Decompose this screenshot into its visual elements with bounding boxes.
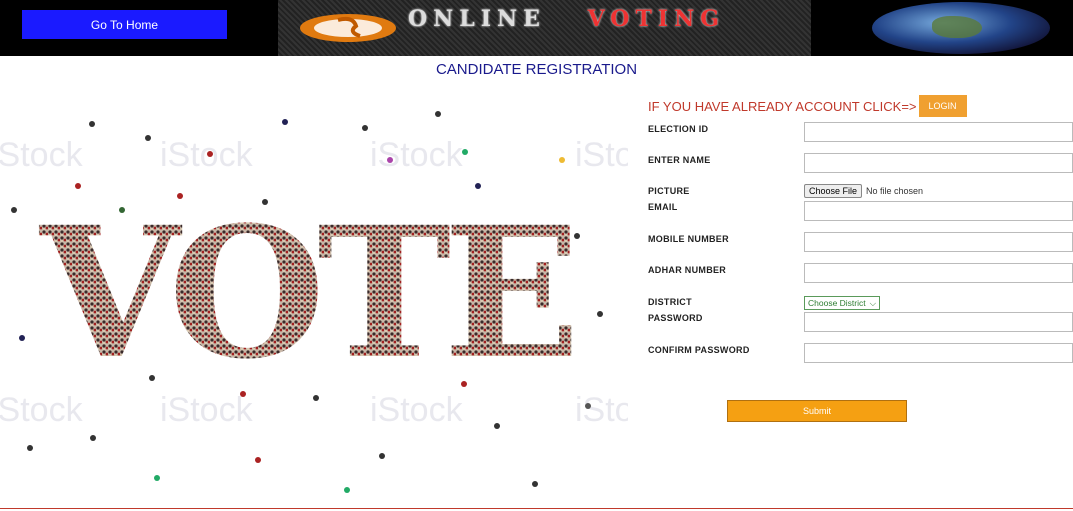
page-title: CANDIDATE REGISTRATION — [435, 61, 638, 78]
email-label: EMAIL — [648, 202, 678, 212]
choose-file-button[interactable]: Choose File — [804, 184, 863, 198]
svg-text:iStock: iStock — [575, 391, 628, 429]
globe-image — [872, 2, 1050, 54]
adhar-field[interactable] — [804, 263, 1073, 283]
vote-crowd-image: iStock iStock iStock iStock iStock iStoc… — [0, 111, 628, 493]
svg-text:iStock: iStock — [575, 136, 628, 174]
banner-title: ONLINE VOTING — [408, 6, 725, 32]
svg-text:iStock: iStock — [370, 136, 464, 174]
top-bar: Go To Home ONLINE VOTING — [0, 0, 1073, 56]
divider — [0, 508, 1073, 509]
svg-text:iStock: iStock — [160, 136, 254, 174]
banner-word-online: ONLINE — [408, 6, 546, 32]
logo-icon — [300, 14, 396, 42]
banner: ONLINE VOTING — [278, 0, 811, 56]
district-label: DISTRICT — [648, 297, 692, 307]
picture-file-input[interactable]: Choose File No file chosen — [804, 184, 923, 198]
vote-word: VOTE — [38, 188, 580, 399]
chevron-down-icon: ⌵ — [869, 297, 877, 308]
election-id-field[interactable] — [804, 122, 1073, 142]
adhar-label: ADHAR NUMBER — [648, 265, 727, 275]
password-label: PASSWORD — [648, 313, 703, 323]
svg-text:iStock: iStock — [0, 136, 84, 174]
district-select[interactable]: Choose District ⌵ — [804, 296, 881, 310]
name-label: ENTER NAME — [648, 155, 711, 165]
district-selected-value: Choose District — [808, 298, 866, 308]
election-id-label: ELECTION ID — [648, 124, 709, 134]
banner-word-voting: VOTING — [587, 6, 725, 32]
mobile-field[interactable] — [804, 232, 1073, 252]
submit-button[interactable]: Submit — [727, 400, 907, 422]
name-field[interactable] — [804, 153, 1073, 173]
go-to-home-button[interactable]: Go To Home — [22, 10, 227, 39]
login-prompt-text: IF YOU HAVE ALREADY ACCOUNT CLICK=> — [648, 98, 917, 114]
svg-text:VOTE: VOTE — [38, 188, 572, 399]
picture-label: PICTURE — [648, 186, 690, 196]
password-field[interactable] — [804, 312, 1073, 332]
file-status: No file chosen — [866, 186, 924, 196]
mobile-label: MOBILE NUMBER — [648, 234, 729, 244]
login-button[interactable]: LOGIN — [918, 95, 967, 117]
email-field[interactable] — [804, 201, 1073, 221]
confirm-password-label: CONFIRM PASSWORD — [648, 345, 750, 355]
login-prompt: IF YOU HAVE ALREADY ACCOUNT CLICK=> LOGI… — [648, 95, 967, 117]
confirm-password-field[interactable] — [804, 343, 1073, 363]
